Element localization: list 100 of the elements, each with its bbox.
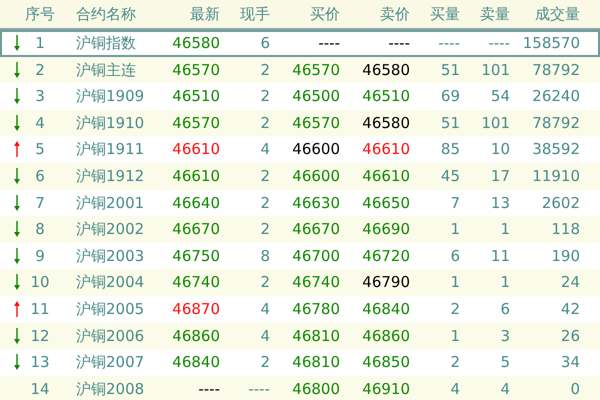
table-row[interactable]: 1 沪铜指数 46580 6 ---- ---- ---- ---- 158570 xyxy=(0,30,600,57)
table-cell-text: 34 xyxy=(560,352,580,374)
table-cell-text: 沪铜2005 xyxy=(75,298,146,320)
table-cell-text: 46700 xyxy=(291,246,340,267)
table-cell-text: 7 xyxy=(34,192,46,214)
table-cell-text: 78792 xyxy=(531,60,580,81)
table-cell-text: 46840 xyxy=(361,298,410,320)
table-cell-text: 46610 xyxy=(171,166,220,188)
table-cell-text: 沪铜2007 xyxy=(75,352,146,374)
table-row[interactable]: 6 沪铜1912 46610 2 46600 46610 45 17 11910 xyxy=(0,162,600,190)
table-cell-text: 2 xyxy=(259,60,270,81)
table-cell-text: 2 xyxy=(259,166,270,188)
column-header[interactable]: 卖价 xyxy=(340,2,410,26)
table-cell-text: 6 xyxy=(34,166,46,188)
table-cell-text: 46810 xyxy=(291,352,340,374)
table-row[interactable]: 3 沪铜1909 46510 2 46500 46510 69 54 26240 xyxy=(0,83,600,110)
table-cell-text: 46500 xyxy=(291,86,340,108)
table-cell-text: 46610 xyxy=(171,139,220,160)
table-cell-text: 69 xyxy=(440,86,460,108)
table-cell-text: 46740 xyxy=(171,272,220,294)
table-cell-text: 4 xyxy=(259,298,270,320)
table-cell-text: 12 xyxy=(29,326,51,347)
table-cell-text: 5 xyxy=(499,352,510,374)
table-cell-text: 4 xyxy=(449,378,460,400)
table-cell-text: 46800 xyxy=(291,378,340,400)
table-row[interactable]: 14 沪铜2008 ---- ---- 46800 46910 4 4 0 xyxy=(0,376,600,400)
column-header[interactable]: 现手 xyxy=(220,2,270,26)
table-cell-text: 46870 xyxy=(171,298,220,320)
table-cell-text: 46670 xyxy=(171,219,220,240)
table-cell-text: 沪铜2001 xyxy=(75,192,146,214)
table-cell-text: 46850 xyxy=(361,352,410,374)
table-cell-text: 46860 xyxy=(361,326,410,347)
table-row[interactable]: 4 沪铜1910 46570 2 46570 46580 51 101 78792 xyxy=(0,110,600,136)
column-header[interactable]: 成交量 xyxy=(510,2,580,26)
table-cell-text: 1 xyxy=(449,219,460,240)
table-cell-text: 46840 xyxy=(171,352,220,374)
table-row[interactable]: 9 沪铜2003 46750 8 46700 46720 6 11 190 xyxy=(0,242,600,270)
table-cell-text: 4 xyxy=(499,378,510,400)
table-cell-text: 46570 xyxy=(171,60,220,81)
table-cell-text: 46740 xyxy=(291,272,340,294)
table-cell-text: 1 xyxy=(449,326,460,347)
table-row[interactable]: 12 沪铜2006 46860 4 46810 46860 1 3 26 xyxy=(0,322,600,350)
table-cell-text: 1 xyxy=(499,272,510,294)
table-cell-text: 沪铜2002 xyxy=(75,219,146,240)
table-cell-text: 45 xyxy=(440,166,460,188)
table-row[interactable]: 7 沪铜2001 46640 2 46630 46650 7 13 2602 xyxy=(0,190,600,216)
table-row[interactable]: 5 沪铜1911 46610 4 46600 46610 85 10 38592 xyxy=(0,136,600,163)
table-cell-text: 2 xyxy=(34,60,46,81)
table-cell-text: 沪铜1911 xyxy=(75,139,146,160)
table-cell-text: 2 xyxy=(259,219,270,240)
column-header[interactable]: 最新 xyxy=(150,2,220,26)
table-cell-text: ---- xyxy=(197,378,220,400)
table-cell-text: 46570 xyxy=(291,60,340,81)
table-cell-text: 2 xyxy=(449,298,460,320)
table-cell-text: 6 xyxy=(499,298,510,320)
table-cell-text: 46610 xyxy=(361,139,410,160)
table-cell-text: 8 xyxy=(259,246,270,267)
table-cell-text: 46610 xyxy=(361,166,410,188)
table-cell-text: 26 xyxy=(560,326,580,347)
table-row[interactable]: 2 沪铜主连 46570 2 46570 46580 51 101 78792 xyxy=(0,56,600,84)
table-cell-text: 101 xyxy=(480,60,510,81)
table-cell-text: 46600 xyxy=(291,139,340,160)
column-header[interactable]: 序号 xyxy=(0,2,62,26)
table-cell-text: 24 xyxy=(560,272,580,294)
table-cell-text: 沪铜2003 xyxy=(75,246,146,267)
table-cell-text: 4 xyxy=(34,112,46,134)
table-cell-text: 5 xyxy=(34,139,46,160)
table-cell-text: 46580 xyxy=(361,112,410,134)
table-cell-text: 3 xyxy=(34,86,46,108)
table-cell-text: 46510 xyxy=(171,86,220,108)
column-header[interactable]: 卖量 xyxy=(460,2,510,26)
table-cell-text: 2 xyxy=(259,192,270,214)
table-cell-text: 46750 xyxy=(171,246,220,267)
table-cell-text: 9 xyxy=(34,246,46,267)
table-cell-text: 46780 xyxy=(291,298,340,320)
table-cell-text: 沪铜2006 xyxy=(75,326,146,347)
table-cell-text: 沪铜1912 xyxy=(75,166,146,188)
column-header[interactable]: 买价 xyxy=(270,2,340,26)
table-cell-text: 46600 xyxy=(291,166,340,188)
table-row[interactable]: 13 沪铜2007 46840 2 46810 46850 2 5 34 xyxy=(0,349,600,376)
table-cell-text: 6 xyxy=(449,246,460,267)
table-cell-text: 42 xyxy=(560,298,580,320)
table-cell-text: 26240 xyxy=(531,86,580,108)
table-cell-text: ---- xyxy=(487,33,510,54)
table-cell-text: 1 xyxy=(449,272,460,294)
table-cell-text: 沪铜2008 xyxy=(75,378,146,400)
table-cell-text: 46860 xyxy=(171,326,220,347)
column-header[interactable]: 买量 xyxy=(410,2,460,26)
table-row[interactable]: 11 沪铜2005 46870 4 46780 46840 2 6 42 xyxy=(0,296,600,323)
table-cell-text: 46570 xyxy=(171,112,220,134)
table-cell-text: 2 xyxy=(259,86,270,108)
table-row[interactable]: 10 沪铜2004 46740 2 46740 46790 1 1 24 xyxy=(0,269,600,296)
column-header[interactable]: 合约名称 xyxy=(62,2,150,26)
table-cell-text: 13 xyxy=(29,352,51,374)
table-cell-text: 85 xyxy=(440,139,460,160)
table-cell-text: 46510 xyxy=(361,86,410,108)
table-cell-text: 46790 xyxy=(361,272,410,294)
table-cell-text: 46910 xyxy=(361,378,410,400)
table-cell-text: 3 xyxy=(499,326,510,347)
table-row[interactable]: 8 沪铜2002 46670 2 46670 46690 1 1 118 xyxy=(0,216,600,243)
